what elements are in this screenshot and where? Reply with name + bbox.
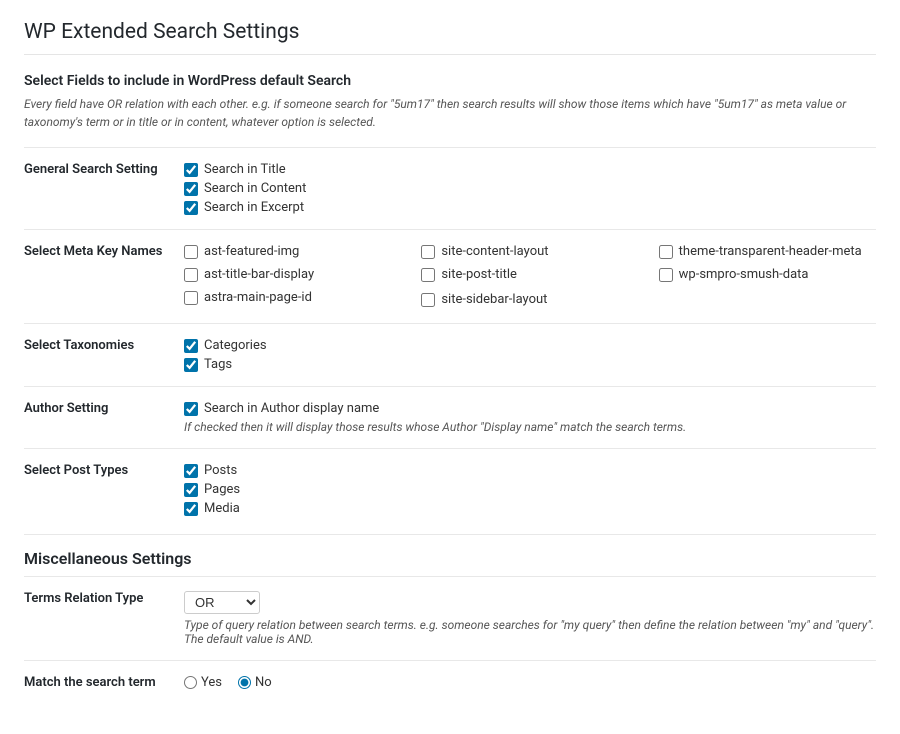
meta-ast-featured-img-checkbox[interactable] <box>184 245 198 259</box>
author-setting-options: Search in Author display name If checked… <box>184 387 876 449</box>
meta-site-post-title-label: site-post-title <box>441 267 517 282</box>
meta-site-content-layout-row: site-content-layout <box>421 244 638 259</box>
tax-tags-label: Tags <box>204 357 232 372</box>
select-taxonomies-label: Select Taxonomies <box>24 324 184 387</box>
tax-categories-label: Categories <box>204 338 267 353</box>
post-type-media-label: Media <box>204 501 240 516</box>
post-type-media-row: Media <box>184 501 876 516</box>
meta-ast-featured-img-row: ast-featured-img <box>184 244 401 259</box>
terms-relation-type-row: Terms Relation Type OR AND Type of query… <box>24 577 876 661</box>
meta-wp-smpro-smush-data-label: wp-smpro-smush-data <box>679 267 809 282</box>
select-taxonomies-options: Categories Tags <box>184 324 876 387</box>
select-post-types-options: Posts Pages Media <box>184 449 876 531</box>
search-content-label: Search in Content <box>204 181 306 196</box>
meta-key-names-options: ast-featured-img site-content-layout the… <box>184 230 876 324</box>
search-title-checkbox[interactable] <box>184 163 198 177</box>
author-display-name-row: Search in Author display name <box>184 401 876 416</box>
search-content-checkbox[interactable] <box>184 182 198 196</box>
meta-astra-main-page-id-row: astra-main-page-id <box>184 290 401 305</box>
meta-site-sidebar-layout-row: site-sidebar-layout <box>421 290 638 309</box>
meta-key-names-row: Select Meta Key Names ast-featured-img s… <box>24 230 876 324</box>
match-search-term-options: Yes No <box>184 661 876 705</box>
author-setting-helper: If checked then it will display those re… <box>184 420 876 434</box>
tax-tags-row: Tags <box>184 357 876 372</box>
search-title-row: Search in Title <box>184 162 876 177</box>
search-excerpt-checkbox[interactable] <box>184 201 198 215</box>
meta-ast-title-bar-display-checkbox[interactable] <box>184 268 198 282</box>
meta-theme-transparent-header-meta-row: theme-transparent-header-meta <box>659 244 876 259</box>
select-post-types-row: Select Post Types Posts Pages Media <box>24 449 876 531</box>
terms-relation-type-value: OR AND Type of query relation between se… <box>184 577 876 661</box>
match-search-term-row: Match the search term Yes No <box>24 661 876 705</box>
post-type-posts-checkbox[interactable] <box>184 464 198 478</box>
search-title-label: Search in Title <box>204 162 286 177</box>
post-type-pages-label: Pages <box>204 482 240 497</box>
author-setting-row: Author Setting Search in Author display … <box>24 387 876 449</box>
meta-astra-main-page-id-label: astra-main-page-id <box>204 290 312 305</box>
terms-relation-select[interactable]: OR AND <box>184 591 260 614</box>
terms-relation-helper: Type of query relation between search te… <box>184 618 876 646</box>
match-no-radio[interactable] <box>238 676 251 689</box>
author-display-name-label: Search in Author display name <box>204 401 379 416</box>
tax-categories-row: Categories <box>184 338 876 353</box>
tax-tags-checkbox[interactable] <box>184 358 198 372</box>
match-search-term-radio-group: Yes No <box>184 675 876 690</box>
match-yes-label: Yes <box>184 675 222 690</box>
misc-settings-table: Terms Relation Type OR AND Type of query… <box>24 576 876 704</box>
tax-categories-checkbox[interactable] <box>184 339 198 353</box>
terms-relation-type-label: Terms Relation Type <box>24 577 184 661</box>
search-excerpt-row: Search in Excerpt <box>184 200 876 215</box>
meta-astra-main-page-id-checkbox[interactable] <box>184 291 198 305</box>
general-search-options: Search in Title Search in Content Search… <box>184 148 876 230</box>
meta-site-post-title-checkbox[interactable] <box>421 268 435 282</box>
author-setting-label: Author Setting <box>24 387 184 449</box>
meta-theme-transparent-header-meta-checkbox[interactable] <box>659 245 673 259</box>
general-search-row: General Search Setting Search in Title S… <box>24 148 876 230</box>
misc-settings-heading: Miscellaneous Settings <box>24 534 876 576</box>
meta-site-sidebar-layout-label: site-sidebar-layout <box>441 292 547 307</box>
match-search-term-label: Match the search term <box>24 661 184 705</box>
post-type-media-checkbox[interactable] <box>184 502 198 516</box>
general-search-label: General Search Setting <box>24 148 184 230</box>
search-content-row: Search in Content <box>184 181 876 196</box>
meta-key-names-label: Select Meta Key Names <box>24 230 184 324</box>
select-taxonomies-row: Select Taxonomies Categories Tags <box>24 324 876 387</box>
meta-site-post-title-row: site-post-title <box>421 267 638 282</box>
post-type-posts-row: Posts <box>184 463 876 478</box>
meta-keys-grid: ast-featured-img site-content-layout the… <box>184 244 876 309</box>
meta-ast-title-bar-display-row: ast-title-bar-display <box>184 267 401 282</box>
terms-relation-select-wrapper: OR AND <box>184 591 260 614</box>
select-post-types-label: Select Post Types <box>24 449 184 531</box>
meta-wp-smpro-smush-data-checkbox[interactable] <box>659 268 673 282</box>
settings-table: General Search Setting Search in Title S… <box>24 147 876 530</box>
match-yes-radio[interactable] <box>184 676 197 689</box>
post-type-pages-checkbox[interactable] <box>184 483 198 497</box>
meta-ast-featured-img-label: ast-featured-img <box>204 244 299 259</box>
select-fields-description: Every field have OR relation with each o… <box>24 95 876 131</box>
match-no-label: No <box>238 675 272 690</box>
meta-site-content-layout-checkbox[interactable] <box>421 245 435 259</box>
post-type-posts-label: Posts <box>204 463 237 478</box>
search-excerpt-label: Search in Excerpt <box>204 200 304 215</box>
meta-wp-smpro-smush-data-row: wp-smpro-smush-data <box>659 267 876 282</box>
author-display-name-checkbox[interactable] <box>184 402 198 416</box>
meta-ast-title-bar-display-label: ast-title-bar-display <box>204 267 314 282</box>
meta-site-content-layout-label: site-content-layout <box>441 244 548 259</box>
meta-theme-transparent-header-meta-label: theme-transparent-header-meta <box>679 244 862 259</box>
page-title: WP Extended Search Settings <box>24 20 876 55</box>
post-type-pages-row: Pages <box>184 482 876 497</box>
select-fields-heading: Select Fields to include in WordPress de… <box>24 73 876 89</box>
meta-site-sidebar-layout-checkbox[interactable] <box>421 293 435 307</box>
